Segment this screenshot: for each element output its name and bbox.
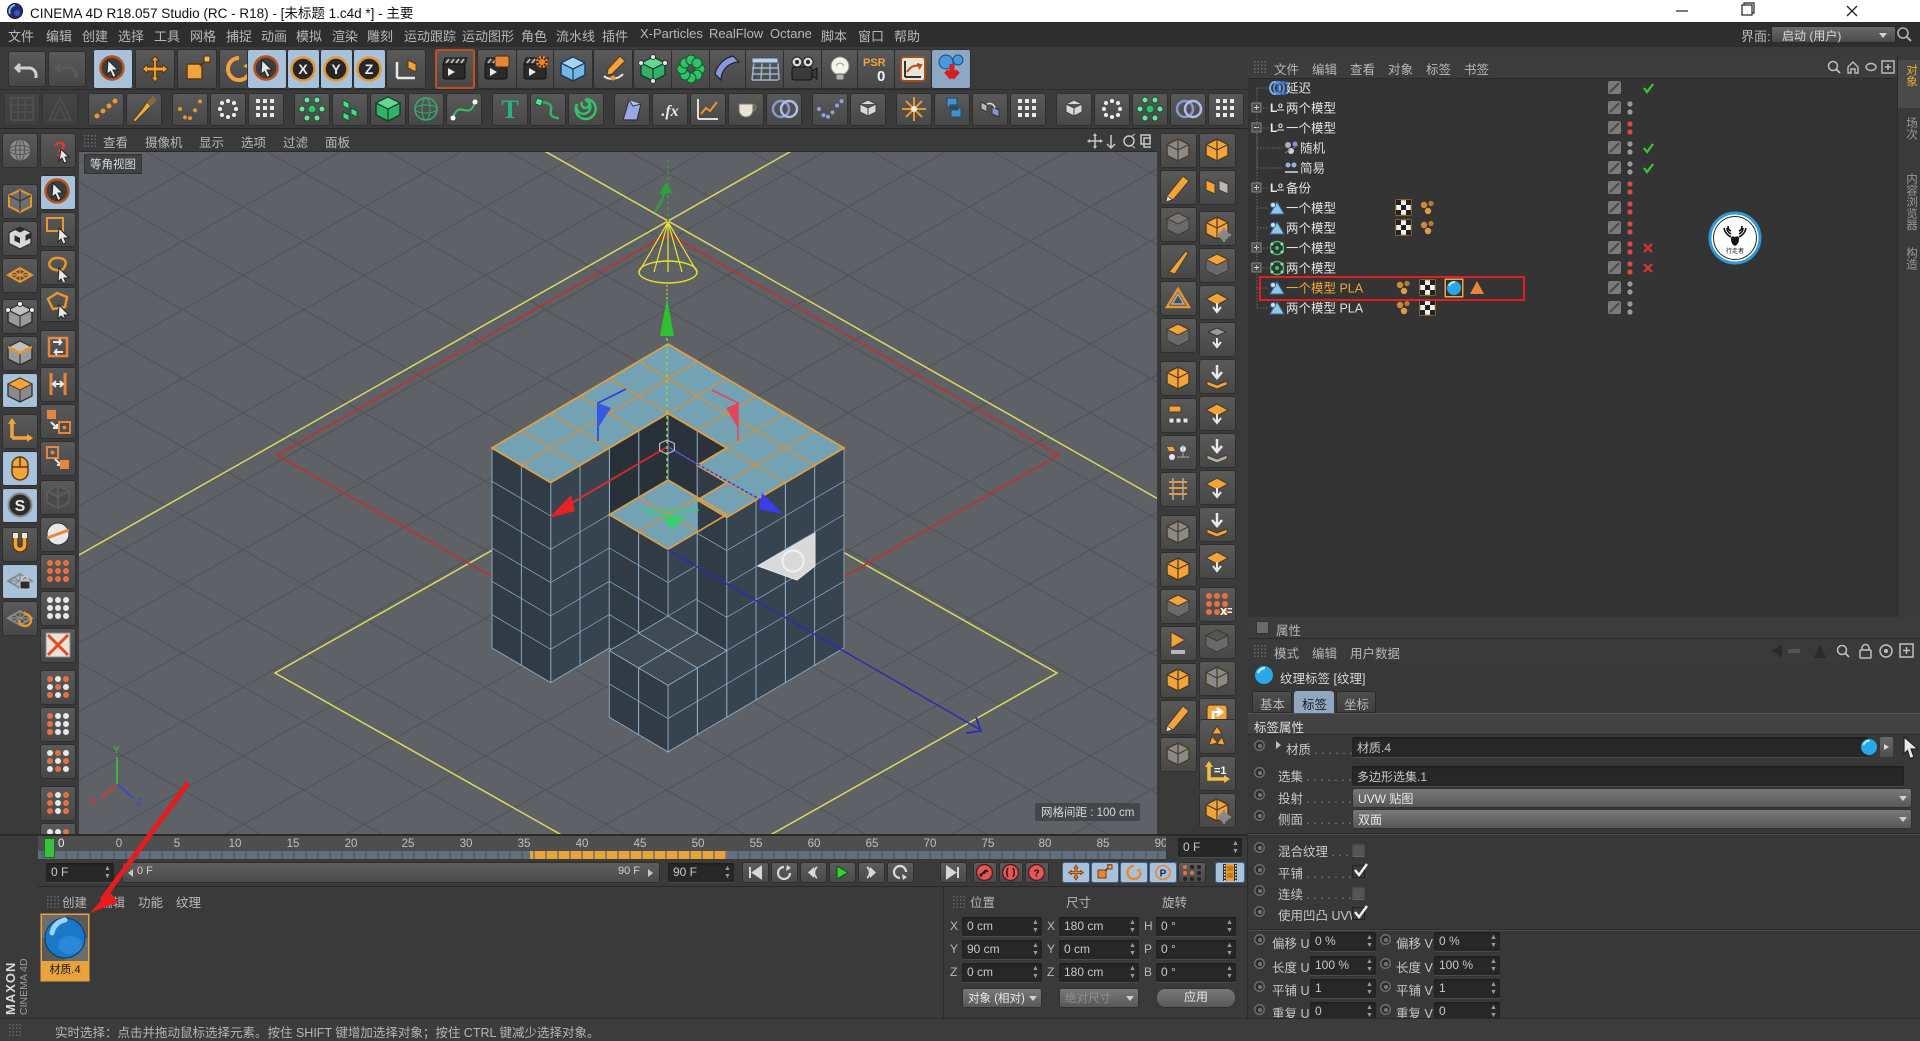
svg-text:L: L [1270,181,1277,195]
svg-text:X: X [298,61,308,77]
svg-text:两个模型: 两个模型 [1286,222,1336,236]
svg-text:o: o [1278,101,1283,110]
svg-text:两个模型: 两个模型 [1286,262,1336,276]
svg-text:=1: =1 [1214,765,1227,777]
svg-text:T: T [501,95,518,124]
svg-text:L: L [1270,121,1277,135]
svg-text:x=: x= [1220,603,1232,618]
svg-text:o: o [1278,121,1283,130]
svg-text:o: o [1278,181,1283,190]
svg-text:P: P [1160,869,1167,880]
svg-text:Y: Y [331,61,341,77]
svg-text:一个模型 PLA: 一个模型 PLA [1286,282,1364,296]
svg-text:简易: 简易 [1300,162,1325,176]
svg-text:延迟: 延迟 [1286,82,1312,96]
svg-text:?: ? [1033,869,1039,880]
svg-text:.fx: .fx [661,103,678,120]
svg-text:S: S [15,498,26,515]
svg-text:一个模型: 一个模型 [1286,202,1336,216]
svg-text:随机: 随机 [1300,141,1326,156]
svg-text:L: L [1270,101,1277,115]
svg-text:一个模型: 一个模型 [1286,242,1336,256]
svg-text:两个模型: 两个模型 [1286,102,1336,116]
svg-text:行走者: 行走者 [1726,247,1744,255]
svg-text:备份: 备份 [1286,182,1312,196]
svg-text:两个模型 PLA: 两个模型 PLA [1286,302,1364,316]
svg-text:0: 0 [877,68,885,84]
svg-text:一个模型: 一个模型 [1286,122,1336,136]
svg-text:Z: Z [365,61,374,77]
